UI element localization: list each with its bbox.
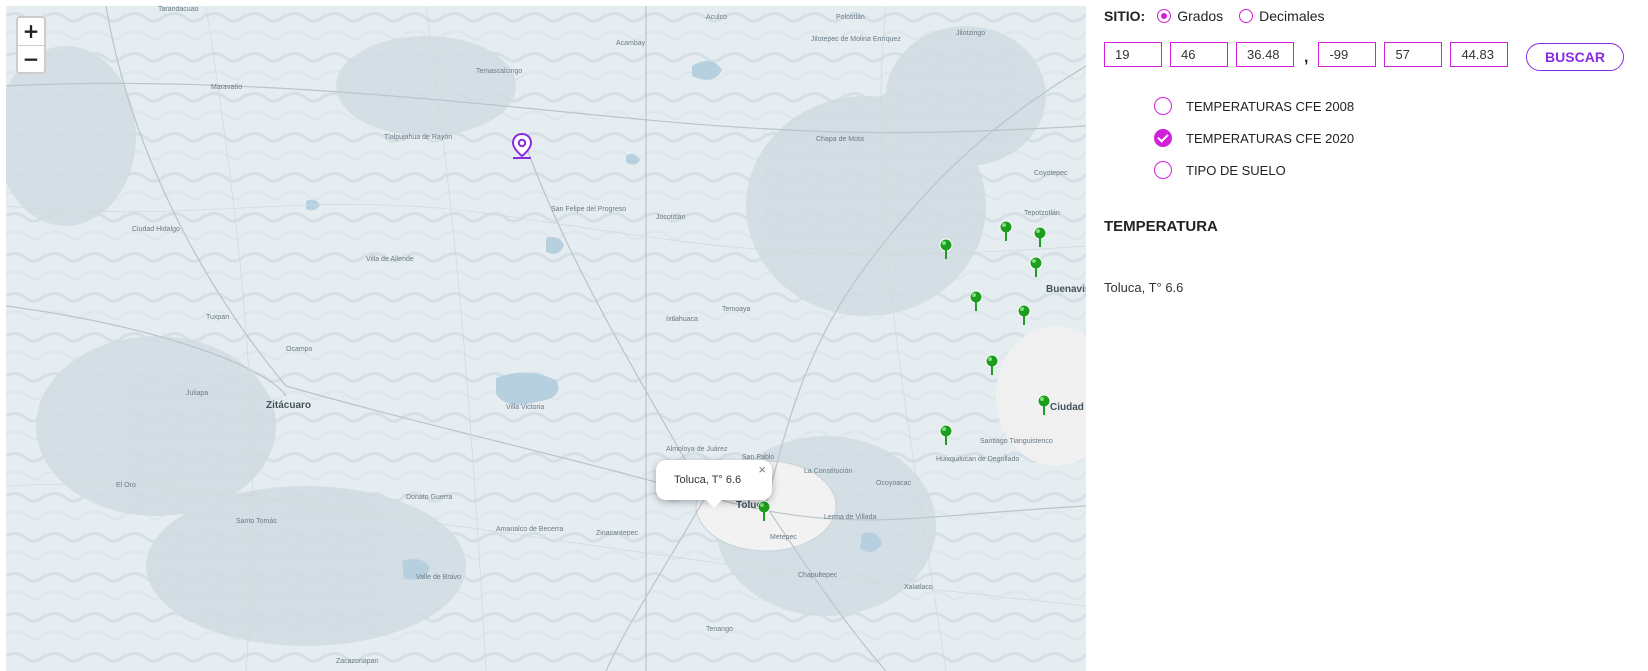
- map-label: Aculco: [706, 14, 728, 21]
- map-label: Santo Tomás: [236, 518, 277, 525]
- map-label: Chapultepec: [798, 572, 838, 579]
- popup-text: Toluca, T° 6.6: [674, 474, 742, 486]
- map-label: Tenango: [706, 626, 733, 633]
- format-option-grados[interactable]: Grados: [1157, 8, 1223, 24]
- map-label: Villa de Allende: [366, 256, 414, 263]
- layer-checkbox[interactable]: [1154, 161, 1172, 179]
- map-label: Ciudad: [1050, 402, 1084, 413]
- map-marker-icon[interactable]: [1032, 226, 1048, 248]
- map-marker-icon[interactable]: [1016, 304, 1032, 326]
- zoom-out-button[interactable]: −: [18, 45, 44, 72]
- map-label: Polotitlán: [836, 14, 865, 21]
- section-title: TEMPERATURA: [1104, 218, 1218, 235]
- map-label: Jocotitlán: [656, 214, 686, 221]
- layer-cfe-2020[interactable]: TEMPERATURAS CFE 2020: [1154, 122, 1354, 154]
- layer-label: TEMPERATURAS CFE 2020: [1186, 130, 1355, 146]
- map-marker-icon[interactable]: [756, 500, 772, 522]
- map-label: Coyotepec: [1034, 170, 1068, 177]
- map-label: Lerma de Villada: [824, 514, 877, 521]
- coords-separator: ,: [1304, 48, 1309, 66]
- layer-checkbox[interactable]: [1154, 129, 1172, 147]
- lon-seconds-input[interactable]: [1450, 42, 1509, 67]
- map-label: Valle de Bravo: [416, 574, 462, 581]
- map-label: San Felipe del Progreso: [551, 206, 627, 213]
- map-marker-icon[interactable]: [1028, 256, 1044, 278]
- map-label: Jilotzingo: [956, 30, 986, 37]
- map-label: Donato Guerra: [406, 494, 453, 501]
- lat-degrees-input[interactable]: [1104, 42, 1162, 67]
- map-label: La Constitución: [804, 468, 853, 475]
- radio-decimales[interactable]: [1239, 9, 1254, 23]
- location-pin-icon[interactable]: [510, 132, 534, 160]
- map-label: Temascalcingo: [476, 68, 523, 75]
- map-marker-icon[interactable]: [1036, 394, 1052, 416]
- map-marker-icon[interactable]: [938, 238, 954, 260]
- map-label: Chapa de Mota: [816, 136, 864, 143]
- map-marker-icon[interactable]: [998, 220, 1014, 242]
- map-label: Tlalpujahua de Rayón: [384, 134, 453, 141]
- layer-label: TIPO DE SUELO: [1186, 162, 1286, 178]
- layer-list: TEMPERATURAS CFE 2008 TEMPERATURAS CFE 2…: [1154, 90, 1354, 186]
- coordinates-row: ,: [1104, 42, 1516, 67]
- map-label: Ixtlahuaca: [666, 316, 698, 323]
- layer-label: TEMPERATURAS CFE 2008: [1186, 98, 1355, 114]
- map-label: Zitácuaro: [266, 400, 312, 411]
- close-icon[interactable]: ×: [758, 462, 766, 477]
- map-label: Jilotepec de Molina Enríquez: [811, 36, 901, 43]
- map-marker-icon[interactable]: [984, 354, 1000, 376]
- zoom-in-button[interactable]: +: [18, 18, 44, 45]
- lon-minutes-input[interactable]: [1384, 42, 1443, 67]
- map-label: Amanalco de Becerra: [496, 526, 564, 533]
- map-label: Metepec: [770, 534, 797, 541]
- map-label: Santiago Tianguistenco: [980, 438, 1053, 445]
- map-label: Buenavista: [1046, 284, 1086, 295]
- map-label: Zacazonapan: [336, 658, 379, 665]
- map-label: Tepotzotlán: [1024, 210, 1060, 217]
- layer-tipo-suelo[interactable]: TIPO DE SUELO: [1154, 154, 1354, 186]
- map-label: Xalatlaco: [904, 584, 933, 591]
- coordinate-format-row: SITIO: Grados Decimales: [1104, 8, 1341, 24]
- map-marker-icon[interactable]: [968, 290, 984, 312]
- format-option-label: Grados: [1177, 8, 1224, 24]
- buscar-button[interactable]: BUSCAR: [1526, 43, 1624, 71]
- format-option-label: Decimales: [1259, 8, 1325, 24]
- map-label: Almoloya de Juárez: [666, 446, 728, 453]
- map-label: Ciudad Hidalgo: [132, 226, 180, 233]
- map-label: Tuxpan: [206, 314, 230, 321]
- map-label: Juliapa: [186, 390, 209, 397]
- map-label: Villa Victoria: [506, 404, 545, 411]
- lon-degrees-input[interactable]: [1318, 42, 1377, 67]
- lat-minutes-input[interactable]: [1170, 42, 1228, 67]
- map-label: Maravatío: [211, 84, 243, 91]
- map-label: Huixquilucan de Degollado: [936, 456, 1020, 463]
- map-label: Acambay: [616, 40, 646, 47]
- temperature-value: Toluca, T° 6.6: [1104, 280, 1184, 295]
- layer-cfe-2008[interactable]: TEMPERATURAS CFE 2008: [1154, 90, 1354, 122]
- control-panel: SITIO: Grados Decimales , BUSCAR TEMPERA…: [1104, 0, 1648, 671]
- popup-tip: [706, 500, 722, 508]
- map-marker-icon[interactable]: [938, 424, 954, 446]
- map-label: Zinacantepec: [596, 530, 639, 537]
- layer-checkbox[interactable]: [1154, 97, 1172, 115]
- lat-seconds-input[interactable]: [1236, 42, 1294, 67]
- map-label: El Oro: [116, 482, 136, 489]
- map-label: Ocoyoacac: [876, 480, 912, 487]
- map-view[interactable]: Tarandacuao Maravatío Temascalcingo Tlal…: [6, 6, 1086, 671]
- radio-grados[interactable]: [1157, 9, 1172, 23]
- format-option-decimales[interactable]: Decimales: [1239, 8, 1325, 24]
- station-popup: Toluca, T° 6.6 ×: [656, 460, 772, 508]
- map-label: Tarandacuao: [158, 6, 199, 13]
- sitio-label: SITIO:: [1104, 8, 1146, 24]
- zoom-control: + −: [16, 16, 46, 74]
- map-tiles: [6, 6, 1086, 671]
- map-label: Ocampo: [286, 346, 313, 353]
- map-label: Temoaya: [722, 306, 751, 313]
